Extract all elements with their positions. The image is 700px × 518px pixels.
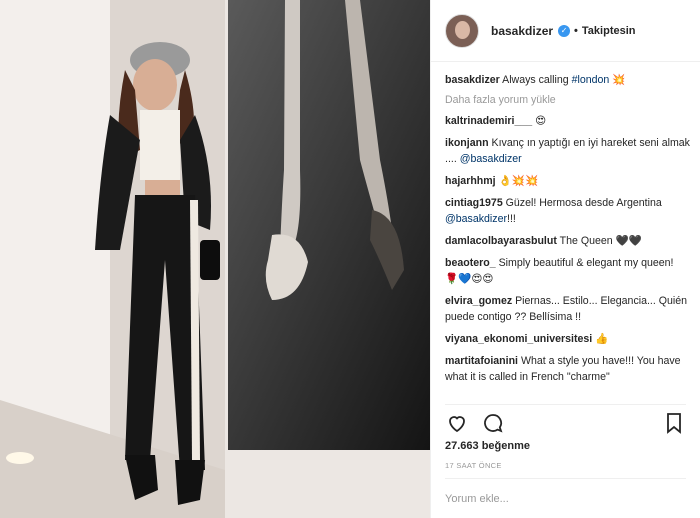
- like-count[interactable]: 27.663 beğenme: [445, 440, 530, 452]
- comment: kaltrinademiri___ 😍: [445, 113, 690, 129]
- caption: basakdizer Always calling #london 💥: [445, 72, 690, 88]
- post-timestamp: 17 SAAT ÖNCE: [445, 461, 502, 470]
- author-username[interactable]: basakdizer: [491, 24, 553, 38]
- comment-text: Simply beautiful & elegant my queen!: [498, 257, 674, 269]
- action-bar: [445, 404, 686, 434]
- heart-icon[interactable]: [445, 411, 469, 435]
- separator: •: [574, 24, 578, 37]
- caption-emoji: 💥: [612, 74, 626, 86]
- comment-username[interactable]: beaotero_: [445, 257, 496, 269]
- comment: elvira_gomez Piernas... Estilo... Elegan…: [445, 293, 690, 325]
- comment-text: The Queen: [559, 235, 616, 247]
- comment: ikonjann Kıvanç ın yaptığı en iyi hareke…: [445, 135, 690, 167]
- comment: hajarhhmj 👌💥💥: [445, 173, 690, 189]
- comments-list: basakdizer Always calling #london 💥 Daha…: [445, 72, 690, 400]
- comment-username[interactable]: cintiag1975: [445, 197, 503, 209]
- post-sidebar: basakdizer ✓ • Takiptesin basakdizer Alw…: [430, 0, 700, 518]
- comment-bubble-icon[interactable]: [481, 411, 505, 435]
- caption-text: Always calling: [502, 74, 572, 86]
- comment-username[interactable]: elvira_gomez: [445, 295, 512, 307]
- caption-username[interactable]: basakdizer: [445, 74, 500, 86]
- add-comment-bar: [445, 478, 686, 518]
- comment-mention[interactable]: @basakdizer: [445, 213, 507, 225]
- comment-emoji: 🖤🖤: [615, 235, 642, 247]
- comment: damlacolbayarasbulut The Queen 🖤🖤: [445, 233, 690, 249]
- add-comment-input[interactable]: [445, 492, 686, 505]
- comment-suffix: !!!: [507, 213, 516, 225]
- load-more-comments-link[interactable]: Daha fazla yorum yükle: [445, 94, 690, 106]
- comment-text: Güzel! Hermosa desde Argentina: [505, 197, 662, 209]
- post-photo[interactable]: [0, 0, 430, 518]
- comment-username[interactable]: ikonjann: [445, 137, 489, 149]
- caption-hashtag[interactable]: #london: [572, 74, 610, 86]
- post-header: basakdizer ✓ • Takiptesin: [431, 0, 700, 62]
- comment: martitafoianini What a style you have!!!…: [445, 353, 690, 385]
- comment-username[interactable]: martitafoianini: [445, 355, 518, 367]
- comment-emoji: 😍: [535, 115, 547, 127]
- comment-username[interactable]: viyana_ekonomi_universitesi: [445, 333, 592, 345]
- verified-badge-icon: ✓: [558, 24, 571, 37]
- comment: cintiag1975 Güzel! Hermosa desde Argenti…: [445, 195, 690, 227]
- avatar[interactable]: [445, 13, 479, 48]
- comment-username[interactable]: damlacolbayarasbulut: [445, 235, 557, 247]
- comment-username[interactable]: hajarhhmj: [445, 175, 496, 187]
- comment: beaotero_ Simply beautiful & elegant my …: [445, 255, 690, 287]
- comment: viyana_ekonomi_universitesi 👍: [445, 331, 690, 347]
- comment-emoji: 🌹💙😍😍: [445, 273, 494, 285]
- comment-mention[interactable]: @basakdizer: [460, 153, 522, 165]
- follow-status-button[interactable]: Takiptesin: [582, 25, 636, 37]
- comment-emoji: 👌💥💥: [498, 175, 539, 187]
- comment-username[interactable]: kaltrinademiri___: [445, 115, 532, 127]
- comment-emoji: 👍: [595, 333, 609, 345]
- bookmark-icon[interactable]: [662, 411, 686, 435]
- photo-illustration: [0, 0, 430, 518]
